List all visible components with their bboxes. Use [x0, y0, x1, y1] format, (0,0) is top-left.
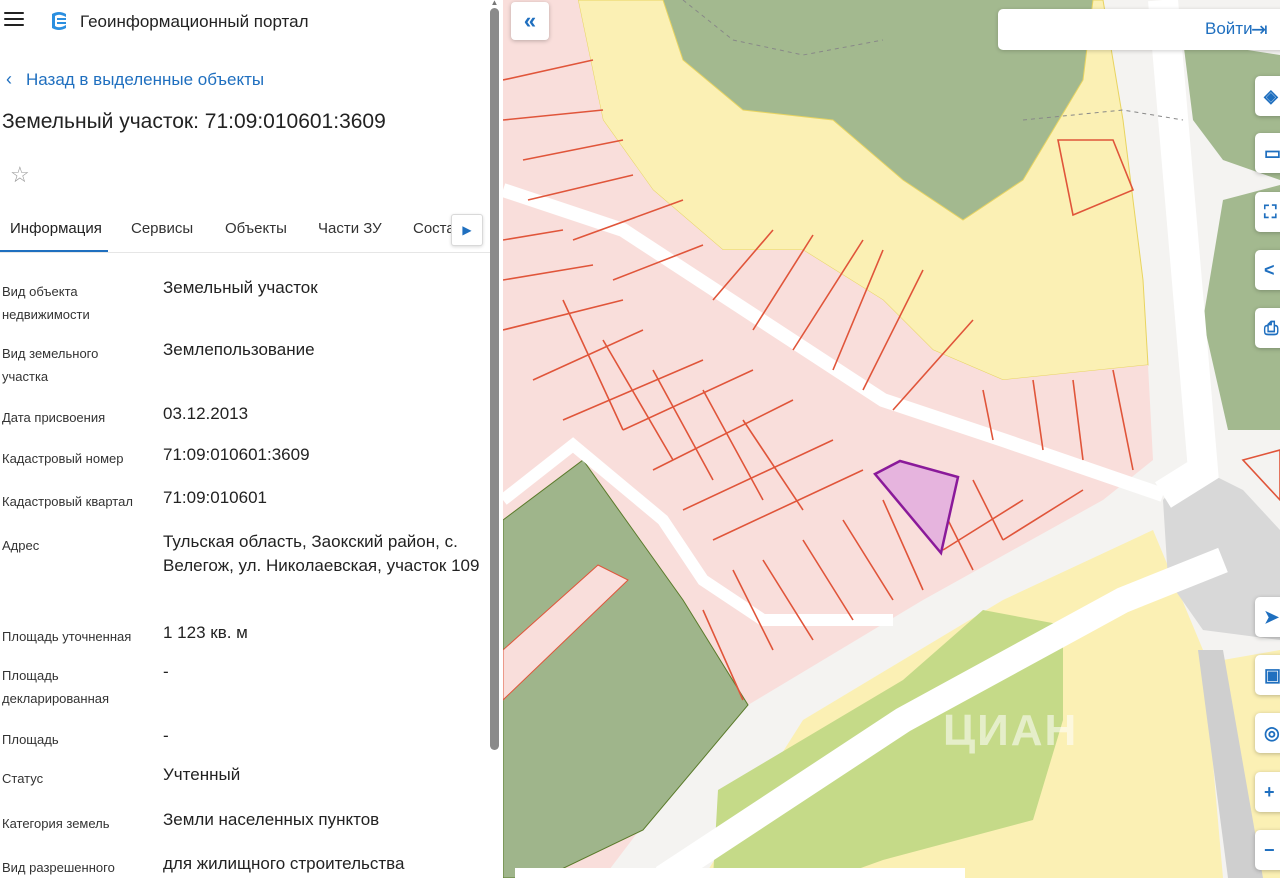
- field-value: 71:09:010601: [163, 488, 267, 507]
- field-label: Кадастровый номер: [2, 451, 124, 466]
- share-button[interactable]: <: [1255, 250, 1280, 290]
- field-label: Вид земельного участка: [2, 346, 99, 384]
- active-tab-indicator: [0, 250, 108, 252]
- login-button[interactable]: Войти ⇥: [998, 9, 1280, 50]
- field-value: 71:09:010601:3609: [163, 445, 310, 464]
- zoom-out-button[interactable]: −: [1255, 830, 1280, 870]
- zoom-out-label: −: [1264, 839, 1275, 860]
- field-label: Дата присвоения: [2, 410, 106, 425]
- basemap-icon: ▣: [1264, 664, 1280, 685]
- tab-parts[interactable]: Части ЗУ: [318, 220, 382, 237]
- field-value: Земли населенных пунктов: [163, 810, 380, 829]
- ruler-icon: ▭: [1264, 142, 1280, 163]
- back-link-label: Назад в выделенные объекты: [26, 69, 265, 89]
- field-label: Категория земель: [2, 816, 110, 831]
- login-icon: ⇥: [1251, 19, 1268, 41]
- tabs-scroll-right-button[interactable]: ▶: [451, 214, 483, 246]
- tab-objects[interactable]: Объекты: [225, 220, 287, 237]
- menu-icon[interactable]: [4, 12, 24, 28]
- location-arrow-icon: ➤: [1264, 606, 1280, 627]
- field-value: 03.12.2013: [163, 404, 249, 423]
- zoom-in-label: +: [1264, 781, 1275, 802]
- share-icon: <: [1264, 259, 1275, 280]
- field-label: Площадь уточненная: [2, 629, 132, 644]
- info-panel: Геоинформационный портал ‹ Назад в выдел…: [0, 0, 503, 878]
- field-value: Учтенный: [163, 765, 241, 784]
- print-button[interactable]: ⎙: [1255, 308, 1280, 348]
- field-label: Кадастровый квартал: [2, 494, 133, 509]
- print-icon: ⎙: [1264, 317, 1279, 338]
- field-label: Статус: [2, 771, 44, 786]
- field-label: Адрес: [2, 538, 40, 553]
- field-value: для жилищного строительства: [163, 854, 405, 873]
- double-chevron-left-icon: «: [523, 8, 537, 33]
- field-label: Площадь: [2, 732, 59, 747]
- cadastral-map[interactable]: [503, 0, 1280, 878]
- zoom-in-button[interactable]: +: [1255, 772, 1280, 812]
- tab-bar: Информация Сервисы Объекты Части ЗУ Сост…: [0, 210, 490, 253]
- field-value: -: [163, 662, 169, 681]
- measure-button[interactable]: ▭: [1255, 133, 1280, 173]
- chevron-left-icon: ‹: [6, 69, 12, 89]
- field-value: Земельный участок: [163, 278, 318, 297]
- app-title: Геоинформационный портал: [80, 12, 309, 31]
- scroll-up-arrow-icon[interactable]: ▲: [490, 0, 499, 7]
- layers-button[interactable]: ◈: [1255, 76, 1280, 116]
- favorite-star-icon[interactable]: ☆: [10, 162, 30, 188]
- watermark: ЦИАН: [943, 706, 1079, 755]
- tab-services[interactable]: Сервисы: [131, 220, 193, 237]
- field-label: Вид разрешенного: [2, 860, 115, 875]
- locate-button[interactable]: ➤: [1255, 597, 1280, 637]
- field-value: 1 123 кв. м: [163, 623, 248, 642]
- login-label: Войти: [1205, 19, 1253, 38]
- field-label: Вид объекта недвижимости: [2, 284, 90, 322]
- field-value: -: [163, 726, 169, 745]
- portal-logo-icon: [52, 12, 66, 30]
- field-value: Тульская область, Заокский район, с. Вел…: [163, 532, 480, 575]
- basemap-button[interactable]: ▣: [1255, 655, 1280, 695]
- target-button[interactable]: ◎: [1255, 713, 1280, 753]
- chevron-right-icon: ▶: [462, 223, 472, 237]
- panel-scrollbar[interactable]: [490, 8, 499, 750]
- field-value: Землепользование: [163, 340, 315, 359]
- select-area-button[interactable]: ⛶: [1255, 192, 1280, 232]
- page-title: Земельный участок: 71:09:010601:3609: [2, 110, 386, 133]
- tab-info[interactable]: Информация: [10, 220, 102, 237]
- back-to-selected-link[interactable]: ‹ Назад в выделенные объекты: [6, 69, 264, 90]
- select-area-icon: ⛶: [1264, 201, 1277, 222]
- collapse-panel-button[interactable]: «: [511, 2, 549, 40]
- map-view[interactable]: ЦИАН « Войти ⇥ ◈ ▭ ⛶ < ⎙ ➤ ▣ ◎ + −: [503, 0, 1280, 878]
- map-footer-bar: [515, 868, 965, 878]
- layers-icon: ◈: [1264, 85, 1278, 106]
- field-label: Площадь декларированная: [2, 668, 110, 706]
- target-icon: ◎: [1264, 722, 1280, 743]
